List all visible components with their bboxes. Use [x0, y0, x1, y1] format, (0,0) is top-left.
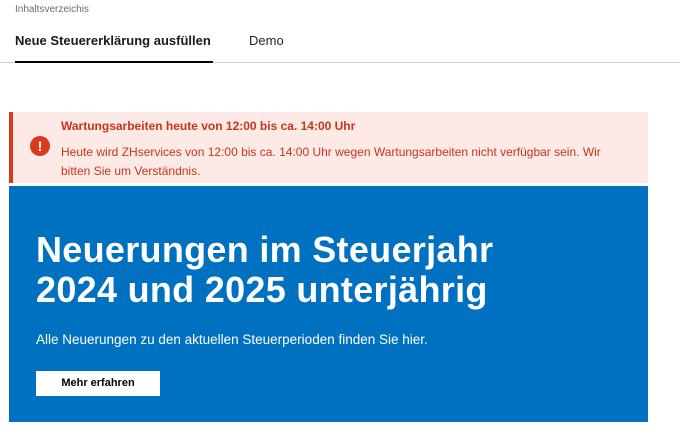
- table-of-contents-label[interactable]: Inhaltsverzeichis: [15, 4, 89, 15]
- alert-circle-icon: !: [30, 136, 50, 156]
- tab-neue-steuererklaerung[interactable]: Neue Steuererklärung ausfüllen: [15, 33, 213, 63]
- hero-banner: Neuerungen im Steuerjahr 2024 und 2025 u…: [9, 186, 648, 422]
- alert-message: Heute wird ZHservices von 12:00 bis ca. …: [61, 145, 601, 178]
- tab-bar: Neue Steuererklärung ausfüllen Demo: [0, 24, 680, 63]
- alert-title: Wartungsarbeiten heute von 12:00 bis ca.…: [61, 119, 356, 133]
- hero-title-line-2: 2024 und 2025 unterjährig: [36, 269, 488, 310]
- maintenance-alert: ! Wartungsarbeiten heute von 12:00 bis c…: [9, 112, 648, 183]
- hero-subtitle: Alle Neuerungen zu den aktuellen Steuerp…: [36, 332, 428, 347]
- tab-demo[interactable]: Demo: [249, 33, 284, 61]
- hero-title: Neuerungen im Steuerjahr 2024 und 2025 u…: [36, 230, 636, 310]
- learn-more-button[interactable]: Mehr erfahren: [36, 371, 160, 396]
- page: Inhaltsverzeichis Neue Steuererklärung a…: [0, 0, 680, 448]
- hero-title-line-1: Neuerungen im Steuerjahr: [36, 229, 494, 270]
